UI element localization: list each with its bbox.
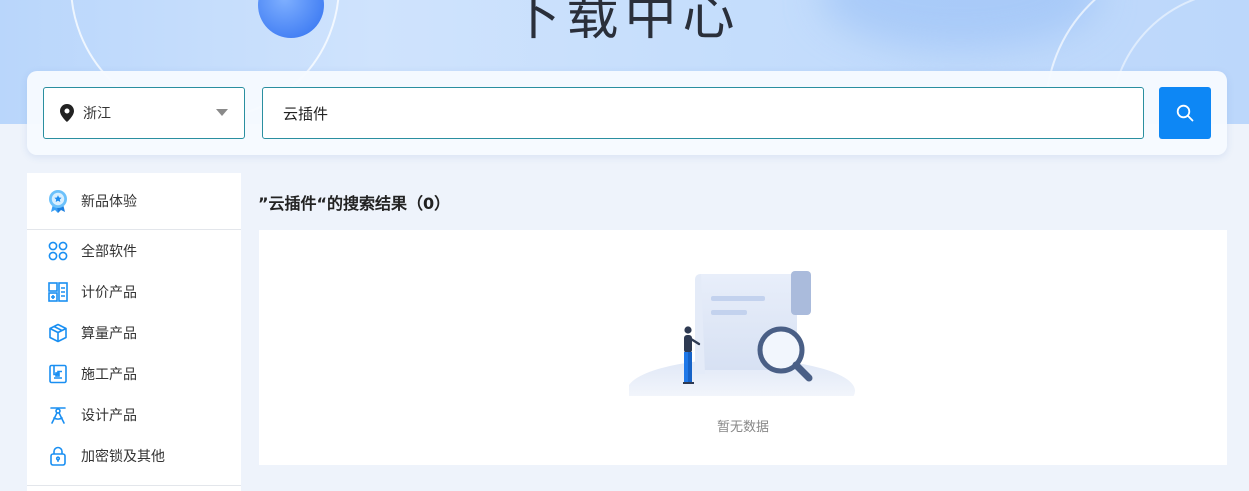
results-title: ”云插件“的搜索结果（0） <box>258 194 451 213</box>
badge-icon <box>47 190 69 213</box>
sidebar-item-quantity[interactable]: 算量产品 <box>27 312 241 353</box>
empty-state-illustration <box>627 266 869 423</box>
compass-icon <box>47 404 69 426</box>
sidebar-item-label: 全部软件 <box>81 243 137 260</box>
sidebar-item-lock-other[interactable]: 加密锁及其他 <box>27 435 241 476</box>
search-button[interactable] <box>1159 87 1211 139</box>
sidebar-item-label: 施工产品 <box>81 366 137 383</box>
sidebar-item-label: 新品体验 <box>81 194 137 210</box>
sidebar-item-design[interactable]: 设计产品 <box>27 394 241 435</box>
sidebar-item-all-software[interactable]: 全部软件 <box>27 230 241 271</box>
sidebar-item-new-products[interactable]: 新品体验 <box>27 173 241 230</box>
location-pin-icon <box>60 104 74 122</box>
region-select-value: 浙江 <box>83 106 111 122</box>
search-card: 浙江 <box>27 71 1227 155</box>
sidebar-item-pricing[interactable]: 计价产品 <box>27 271 241 312</box>
category-sidebar: 新品体验 全部软件 计价产品 算量产品 施工产品 设计产品 加密锁及其他 <box>27 173 241 491</box>
apps-grid-icon <box>47 240 69 262</box>
sidebar-divider <box>27 485 241 486</box>
chevron-down-icon <box>216 109 228 117</box>
search-icon <box>1176 104 1194 122</box>
results-panel: 暂无数据 <box>259 230 1227 465</box>
sidebar-item-construction[interactable]: 施工产品 <box>27 353 241 394</box>
cube-icon <box>47 322 69 344</box>
calculator-icon <box>47 281 69 303</box>
lock-icon <box>47 445 69 467</box>
region-select[interactable]: 浙江 <box>43 87 245 139</box>
page-title: 下载中心 <box>508 0 741 47</box>
empty-state-text: 暂无数据 <box>716 420 769 435</box>
sidebar-item-label: 加密锁及其他 <box>81 448 165 465</box>
sidebar-item-label: 设计产品 <box>81 407 137 424</box>
sidebar-item-label: 计价产品 <box>81 284 137 301</box>
sidebar-item-label: 算量产品 <box>81 325 137 342</box>
blueprint-icon <box>47 363 69 385</box>
search-input[interactable] <box>262 87 1144 139</box>
